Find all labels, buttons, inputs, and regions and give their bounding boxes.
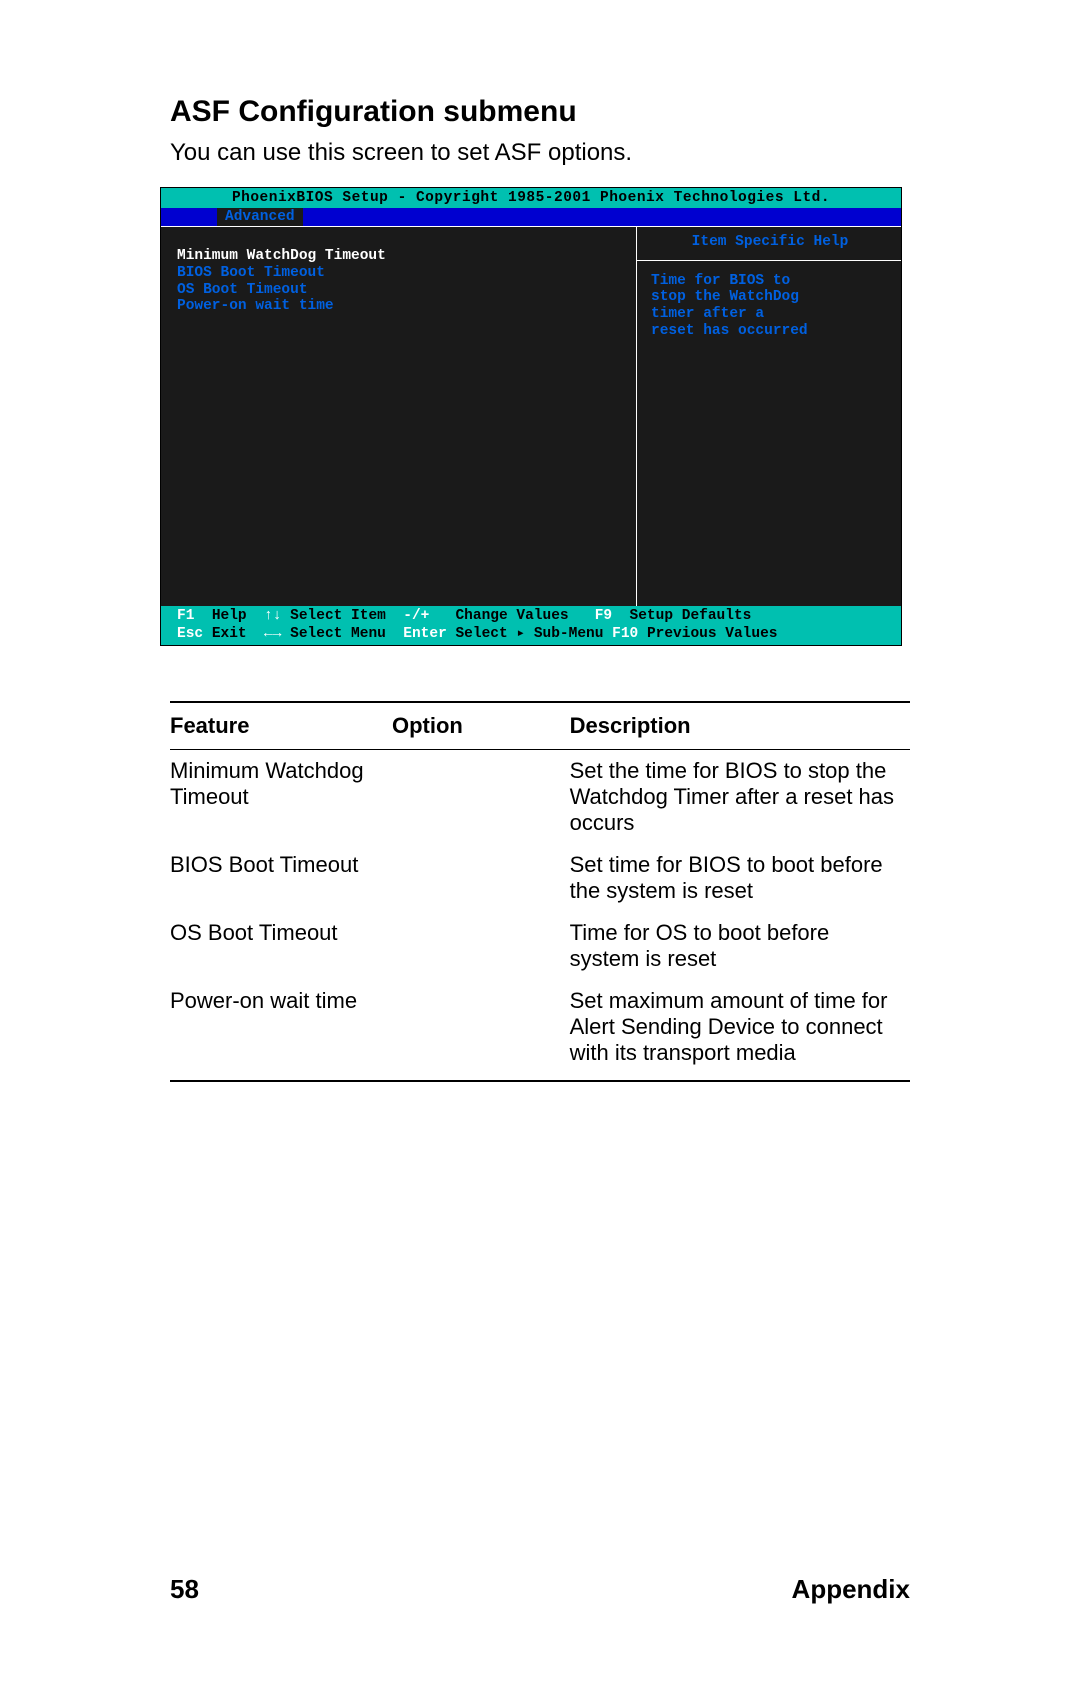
- cell-feature: OS Boot Timeout: [170, 912, 392, 980]
- cell-option: [392, 980, 570, 1081]
- bios-label-setup-defaults: Setup Defaults: [630, 608, 752, 624]
- table-row: OS Boot Timeout Time for OS to boot befo…: [170, 912, 910, 980]
- table-row: Minimum Watchdog Timeout Set the time fo…: [170, 750, 910, 845]
- cell-description: Set maximum amount of time for Alert Sen…: [570, 980, 910, 1081]
- bios-label-select-menu: Select Menu: [290, 626, 386, 642]
- bios-key-f10: F10: [612, 626, 638, 642]
- cell-description: Set the time for BIOS to stop the Watchd…: [570, 750, 910, 845]
- cell-feature: BIOS Boot Timeout: [170, 844, 392, 912]
- bios-key-f9: F9: [595, 608, 612, 624]
- bios-footer: F1 Help ↑↓ Select Item -/+ Change Values…: [161, 606, 901, 645]
- bios-help-text: Time for BIOS to stop the WatchDog timer…: [651, 273, 889, 340]
- bios-key-updown: ↑↓: [264, 608, 281, 624]
- bios-label-select-item: Select Item: [290, 608, 386, 624]
- bios-label-help: Help: [212, 608, 247, 624]
- feature-table: Feature Option Description Minimum Watch…: [170, 701, 910, 1082]
- section-subtitle: You can use this screen to set ASF optio…: [170, 139, 910, 167]
- bios-menu-item-poweron[interactable]: Power-on wait time: [177, 298, 636, 315]
- cell-feature: Minimum Watchdog Timeout: [170, 750, 392, 845]
- bios-menu-item-minwatchdog[interactable]: Minimum WatchDog Timeout: [177, 248, 636, 265]
- cell-option: [392, 912, 570, 980]
- bios-menu: Minimum WatchDog Timeout BIOS Boot Timeo…: [161, 226, 636, 606]
- bios-key-enter: Enter: [403, 626, 447, 642]
- bios-key-esc: Esc: [177, 626, 203, 642]
- bios-key-f1: F1: [177, 608, 194, 624]
- bios-label-exit: Exit: [212, 626, 247, 642]
- table-row: Power-on wait time Set maximum amount of…: [170, 980, 910, 1081]
- bios-menu-item-biosboot[interactable]: BIOS Boot Timeout: [177, 265, 636, 282]
- bios-titlebar: PhoenixBIOS Setup - Copyright 1985-2001 …: [161, 188, 901, 208]
- cell-option: [392, 750, 570, 845]
- table-row: BIOS Boot Timeout Set time for BIOS to b…: [170, 844, 910, 912]
- th-option: Option: [392, 702, 570, 750]
- bios-tab-advanced[interactable]: Advanced: [217, 208, 303, 226]
- cell-description: Set time for BIOS to boot before the sys…: [570, 844, 910, 912]
- bios-label-change-values: Change Values: [455, 608, 568, 624]
- page-number: 58: [170, 1574, 199, 1605]
- bios-screenshot: PhoenixBIOS Setup - Copyright 1985-2001 …: [160, 187, 902, 646]
- section-label: Appendix: [792, 1574, 910, 1605]
- bios-label-sub-menu: Select ▸ Sub-Menu: [455, 626, 603, 642]
- cell-description: Time for OS to boot before system is res…: [570, 912, 910, 980]
- bios-tabbar: Advanced: [161, 208, 901, 226]
- section-title: ASF Configuration submenu: [170, 95, 910, 129]
- cell-option: [392, 844, 570, 912]
- bios-label-previous-values: Previous Values: [647, 626, 778, 642]
- bios-key-plusminus: -/+: [403, 608, 429, 624]
- bios-key-leftright: ←→: [264, 626, 281, 642]
- bios-help-panel: Item Specific Help Time for BIOS to stop…: [636, 226, 901, 606]
- bios-help-divider: [637, 260, 901, 261]
- bios-help-title: Item Specific Help: [651, 234, 889, 251]
- bios-menu-item-osboot[interactable]: OS Boot Timeout: [177, 282, 636, 299]
- th-description: Description: [570, 702, 910, 750]
- bios-body: Minimum WatchDog Timeout BIOS Boot Timeo…: [161, 226, 901, 606]
- cell-feature: Power-on wait time: [170, 980, 392, 1081]
- th-feature: Feature: [170, 702, 392, 750]
